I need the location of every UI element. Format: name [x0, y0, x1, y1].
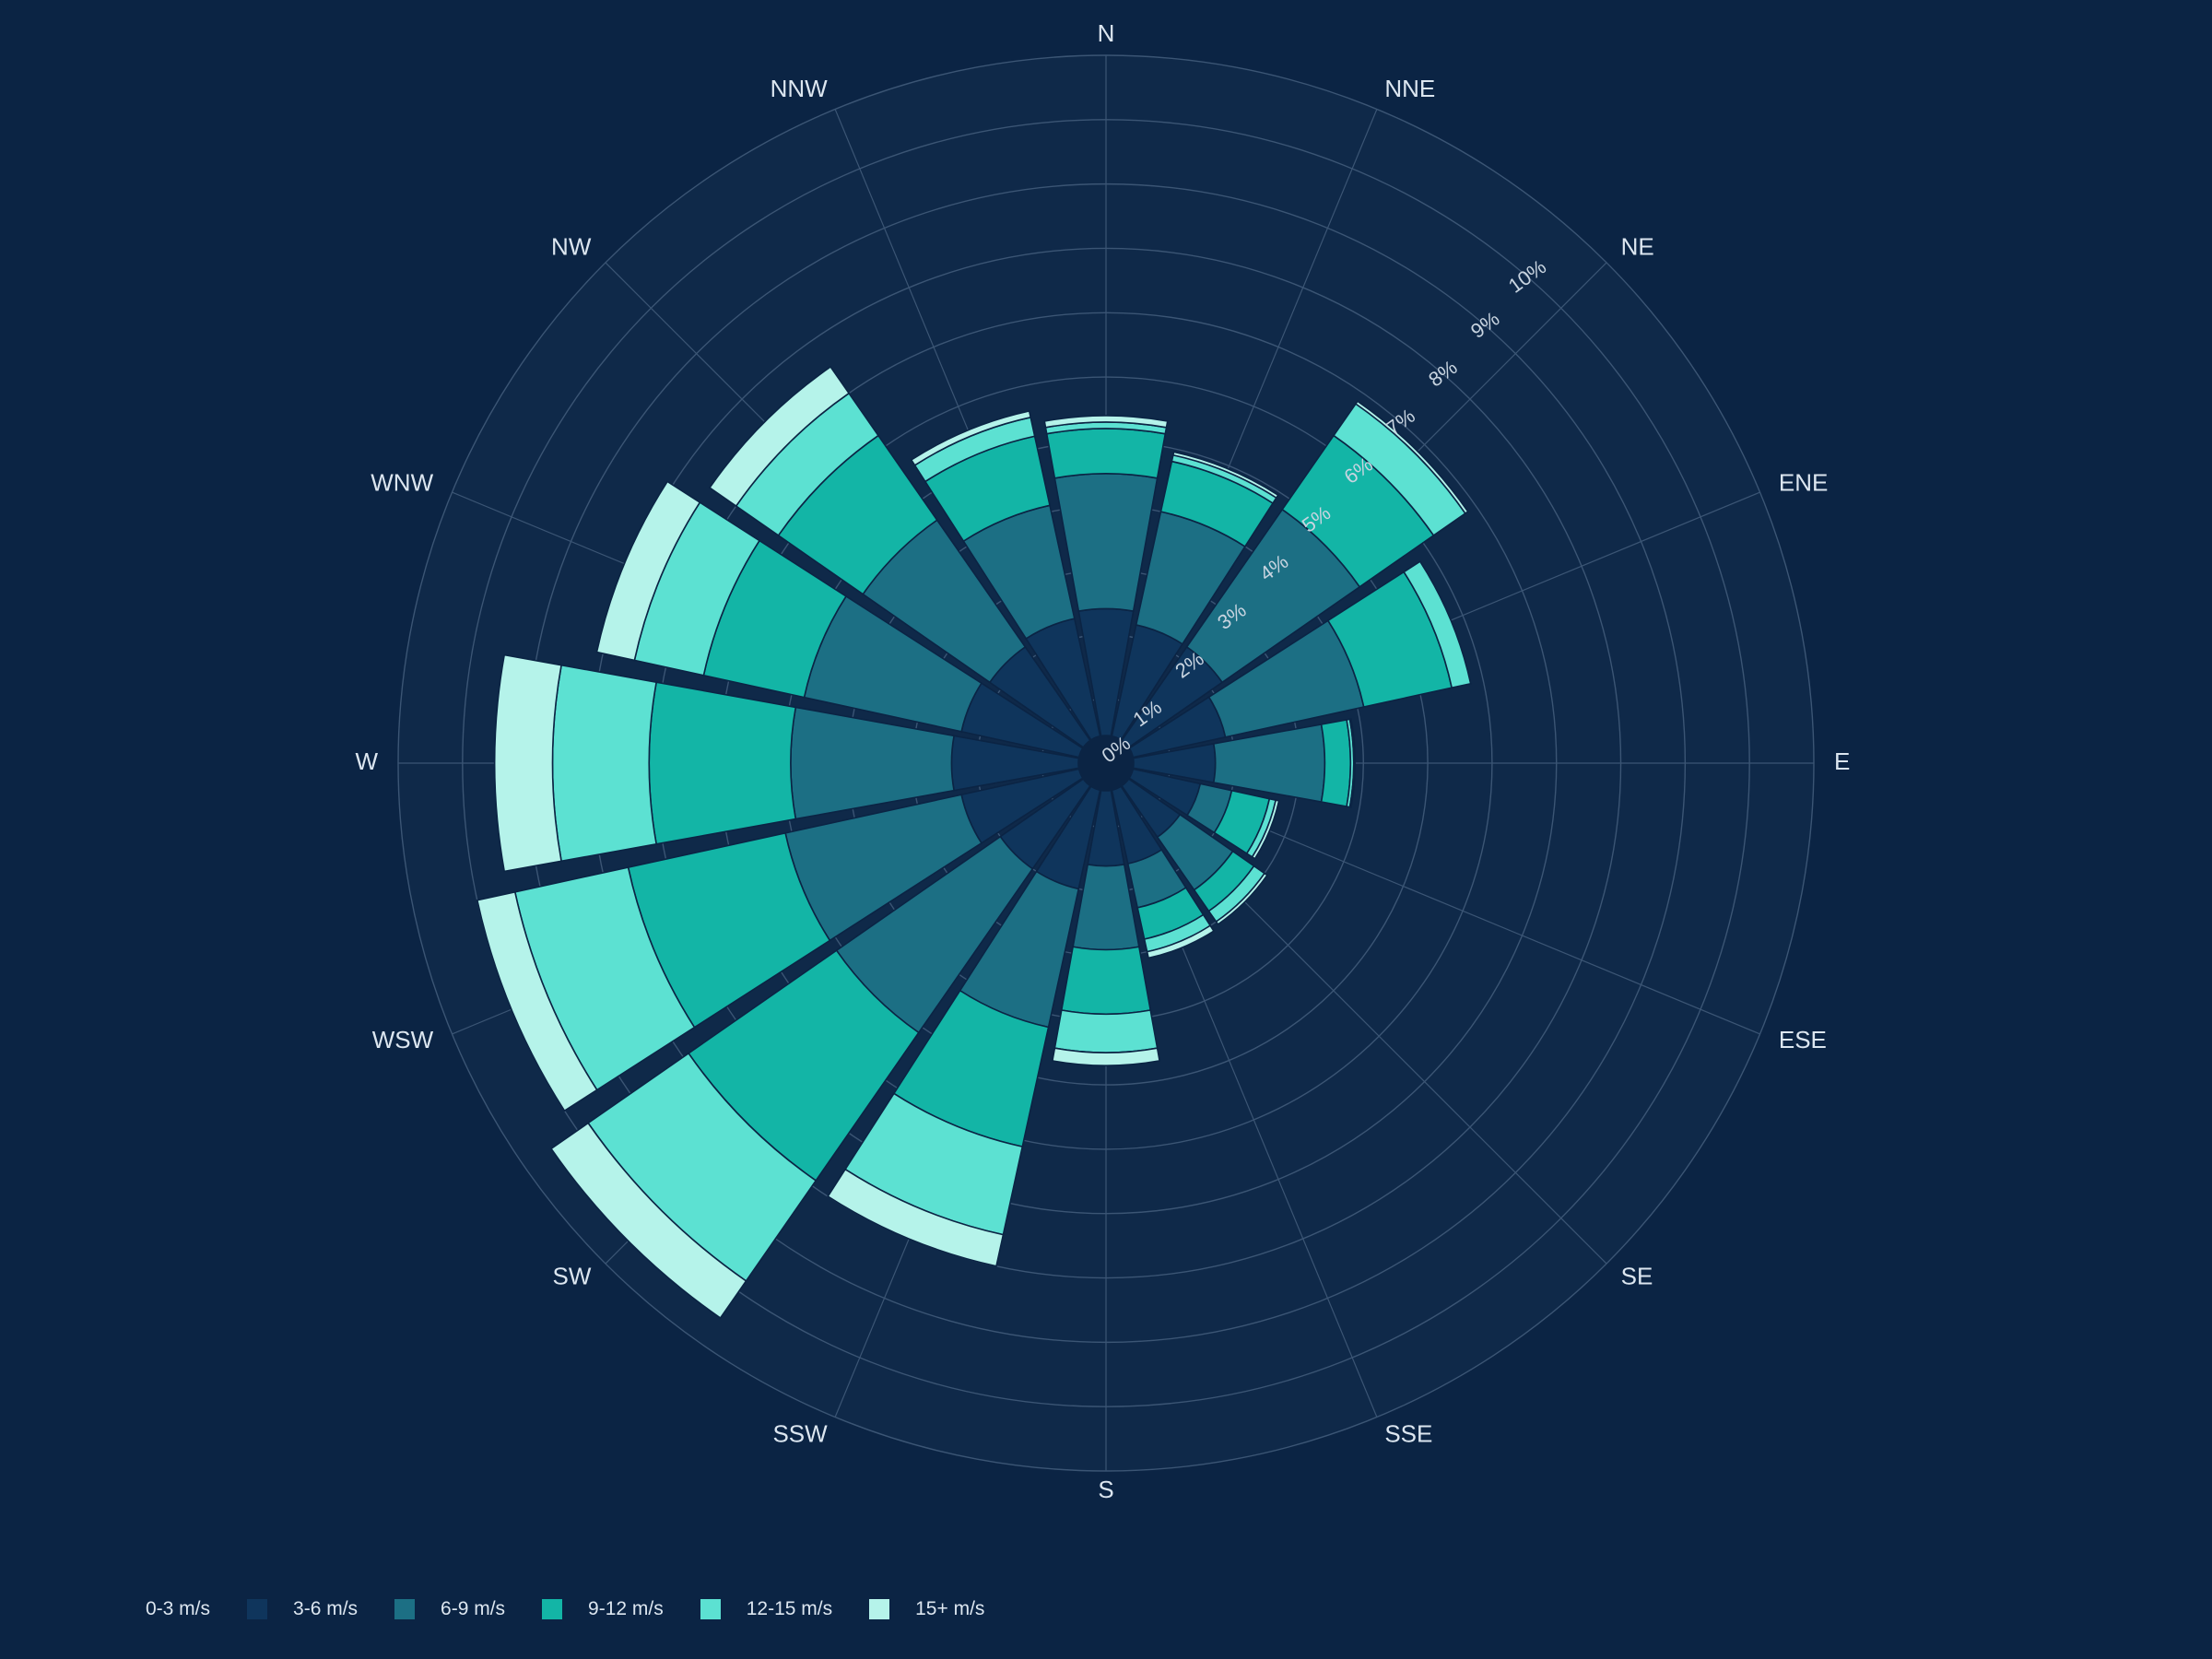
wind-bar-segment [493, 653, 562, 873]
legend-item[interactable]: 0-3 m/s [146, 1598, 293, 1620]
direction-label: NNW [771, 75, 829, 102]
wind-bar-segment [1320, 719, 1352, 807]
direction-label: S [1098, 1476, 1113, 1503]
wind-rose-chart: 0%1%2%3%4%5%6%7%8%9%10% NNNENEENEEESESES… [355, 19, 1850, 1503]
wind-bar-segment [1053, 1009, 1159, 1053]
legend: 0-3 m/s 3-6 m/s 6-9 m/s 9-12 m/s 12-15 m… [146, 1598, 1021, 1620]
legend-label: 0-3 m/s [146, 1598, 211, 1619]
direction-label: NW [551, 232, 592, 260]
legend-item[interactable]: 6-9 m/s [441, 1598, 588, 1620]
legend-label: 12-15 m/s [746, 1598, 833, 1619]
direction-label: N [1098, 19, 1115, 47]
direction-label: SSW [772, 1420, 828, 1448]
wind-bar-segment [648, 681, 797, 845]
legend-swatch [542, 1599, 563, 1619]
wind-bar-segment [551, 664, 658, 863]
legend-label: 9-12 m/s [588, 1598, 664, 1619]
direction-label: ESE [1779, 1026, 1827, 1053]
direction-label: SSE [1384, 1420, 1432, 1448]
wind-bar-segment [1045, 428, 1167, 479]
wind-bar-segment [1060, 946, 1152, 1016]
legend-item[interactable]: 12-15 m/s [747, 1598, 915, 1620]
direction-label: NE [1621, 232, 1654, 260]
legend-swatch [700, 1599, 721, 1619]
legend-item[interactable]: 3-6 m/s [293, 1598, 441, 1620]
direction-label: W [355, 747, 378, 775]
direction-label: ENE [1779, 469, 1828, 497]
legend-swatch [247, 1599, 268, 1619]
legend-label: 15+ m/s [915, 1598, 985, 1619]
direction-label: E [1834, 747, 1850, 775]
legend-swatch [869, 1599, 890, 1619]
direction-label: WSW [372, 1026, 434, 1053]
legend-label: 6-9 m/s [441, 1598, 506, 1619]
direction-label: NNE [1384, 75, 1435, 102]
legend-item[interactable]: 9-12 m/s [588, 1598, 747, 1620]
legend-label: 3-6 m/s [293, 1598, 359, 1619]
legend-swatch [394, 1599, 416, 1619]
direction-label: WNW [371, 469, 433, 497]
legend-item[interactable]: 15+ m/s [915, 1598, 1021, 1620]
direction-label: SW [552, 1262, 591, 1289]
direction-label: SE [1621, 1262, 1653, 1289]
